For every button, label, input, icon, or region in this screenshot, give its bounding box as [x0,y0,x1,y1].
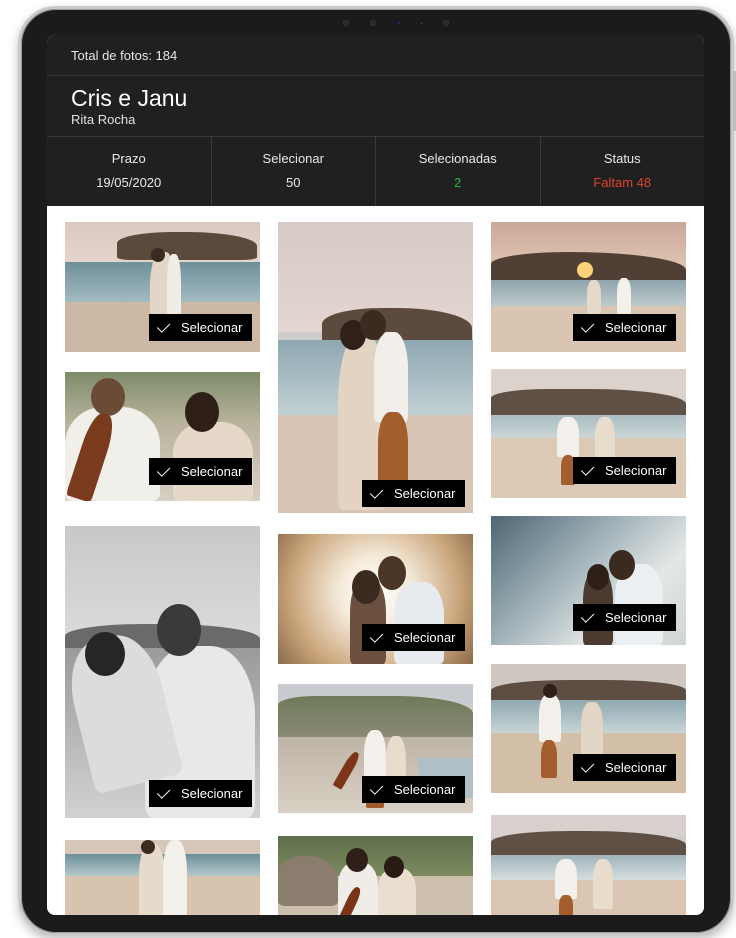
stat-value: Faltam 48 [593,175,652,190]
check-icon [369,485,384,499]
stat-value: 19/05/2020 [96,175,162,190]
check-icon [156,319,171,333]
check-icon [156,785,171,799]
photo-thumbnail[interactable]: Selecionar [65,372,260,501]
camera-lens-icon [441,18,451,28]
select-button[interactable]: Selecionar [573,457,677,484]
stat-status: Status Faltam 48 [541,137,705,206]
photo-gallery: Selecionar Selecionar Selecionar Selecio… [47,206,704,915]
select-label: Selecionar [605,610,667,625]
photo-thumbnail[interactable]: Selecionar [278,534,473,664]
photo-thumbnail[interactable]: Selecionar [278,684,473,813]
photo-thumbnail[interactable]: Selecionar [65,222,260,352]
photo-thumbnail[interactable]: Selecionar [278,222,473,513]
camera-sensor-icon [418,20,424,26]
photo-count-bar: Total de fotos: 184 [47,35,704,76]
photo-thumbnail[interactable]: Selecionar [491,516,686,645]
select-button[interactable]: Selecionar [149,314,253,341]
select-label: Selecionar [394,486,456,501]
photo-thumbnail[interactable]: Selecionar [491,664,686,793]
stats-bar: Prazo 19/05/2020 Selecionar 50 Seleciona… [47,137,704,206]
stat-selected: Selecionadas 2 [376,137,541,206]
app-screen: Total de fotos: 184 Cris e Janu Rita Roc… [47,35,704,915]
photographer-name: Rita Rocha [71,112,136,127]
check-icon [580,759,595,773]
stat-label: Prazo [111,151,146,166]
photo-thumbnail[interactable]: Selecionar [491,369,686,498]
select-button[interactable]: Selecionar [149,780,253,807]
photo-thumbnail[interactable] [278,836,473,915]
stat-value: 50 [286,175,301,190]
stat-deadline: Prazo 19/05/2020 [47,137,212,206]
select-button[interactable]: Selecionar [362,480,466,507]
check-icon [369,629,384,643]
check-icon [156,463,171,477]
select-label: Selecionar [605,320,667,335]
select-button[interactable]: Selecionar [362,624,466,651]
select-label: Selecionar [181,786,243,801]
select-label: Selecionar [605,760,667,775]
select-label: Selecionar [394,782,456,797]
select-label: Selecionar [181,320,243,335]
select-button[interactable]: Selecionar [362,776,466,803]
stat-to-select: Selecionar 50 [212,137,376,206]
select-label: Selecionar [181,464,243,479]
stat-label: Selecionadas [418,151,497,166]
camera-lens-icon [341,18,351,28]
camera-lens-icon [368,18,379,28]
stat-value: 2 [454,175,462,190]
select-button[interactable]: Selecionar [149,458,253,485]
select-button[interactable]: Selecionar [573,314,677,341]
select-button[interactable]: Selecionar [573,604,677,631]
photo-thumbnail[interactable] [65,840,260,915]
photo-thumbnail[interactable]: Selecionar [491,222,686,352]
photo-thumbnail[interactable] [491,815,686,915]
select-button[interactable]: Selecionar [573,754,677,781]
check-icon [580,319,595,333]
total-photos-label: Total de fotos: 184 [71,48,178,63]
camera-sensor-icon [395,20,402,26]
album-title: Cris e Janu [71,85,188,111]
stat-label: Status [603,151,641,166]
album-header: Cris e Janu Rita Rocha [47,76,704,137]
select-label: Selecionar [605,463,667,478]
select-label: Selecionar [394,630,456,645]
photo-thumbnail[interactable]: Selecionar [65,526,260,818]
check-icon [580,609,595,623]
camera-bar [341,17,451,29]
check-icon [580,462,595,476]
stat-label: Selecionar [262,151,324,166]
check-icon [369,781,384,795]
